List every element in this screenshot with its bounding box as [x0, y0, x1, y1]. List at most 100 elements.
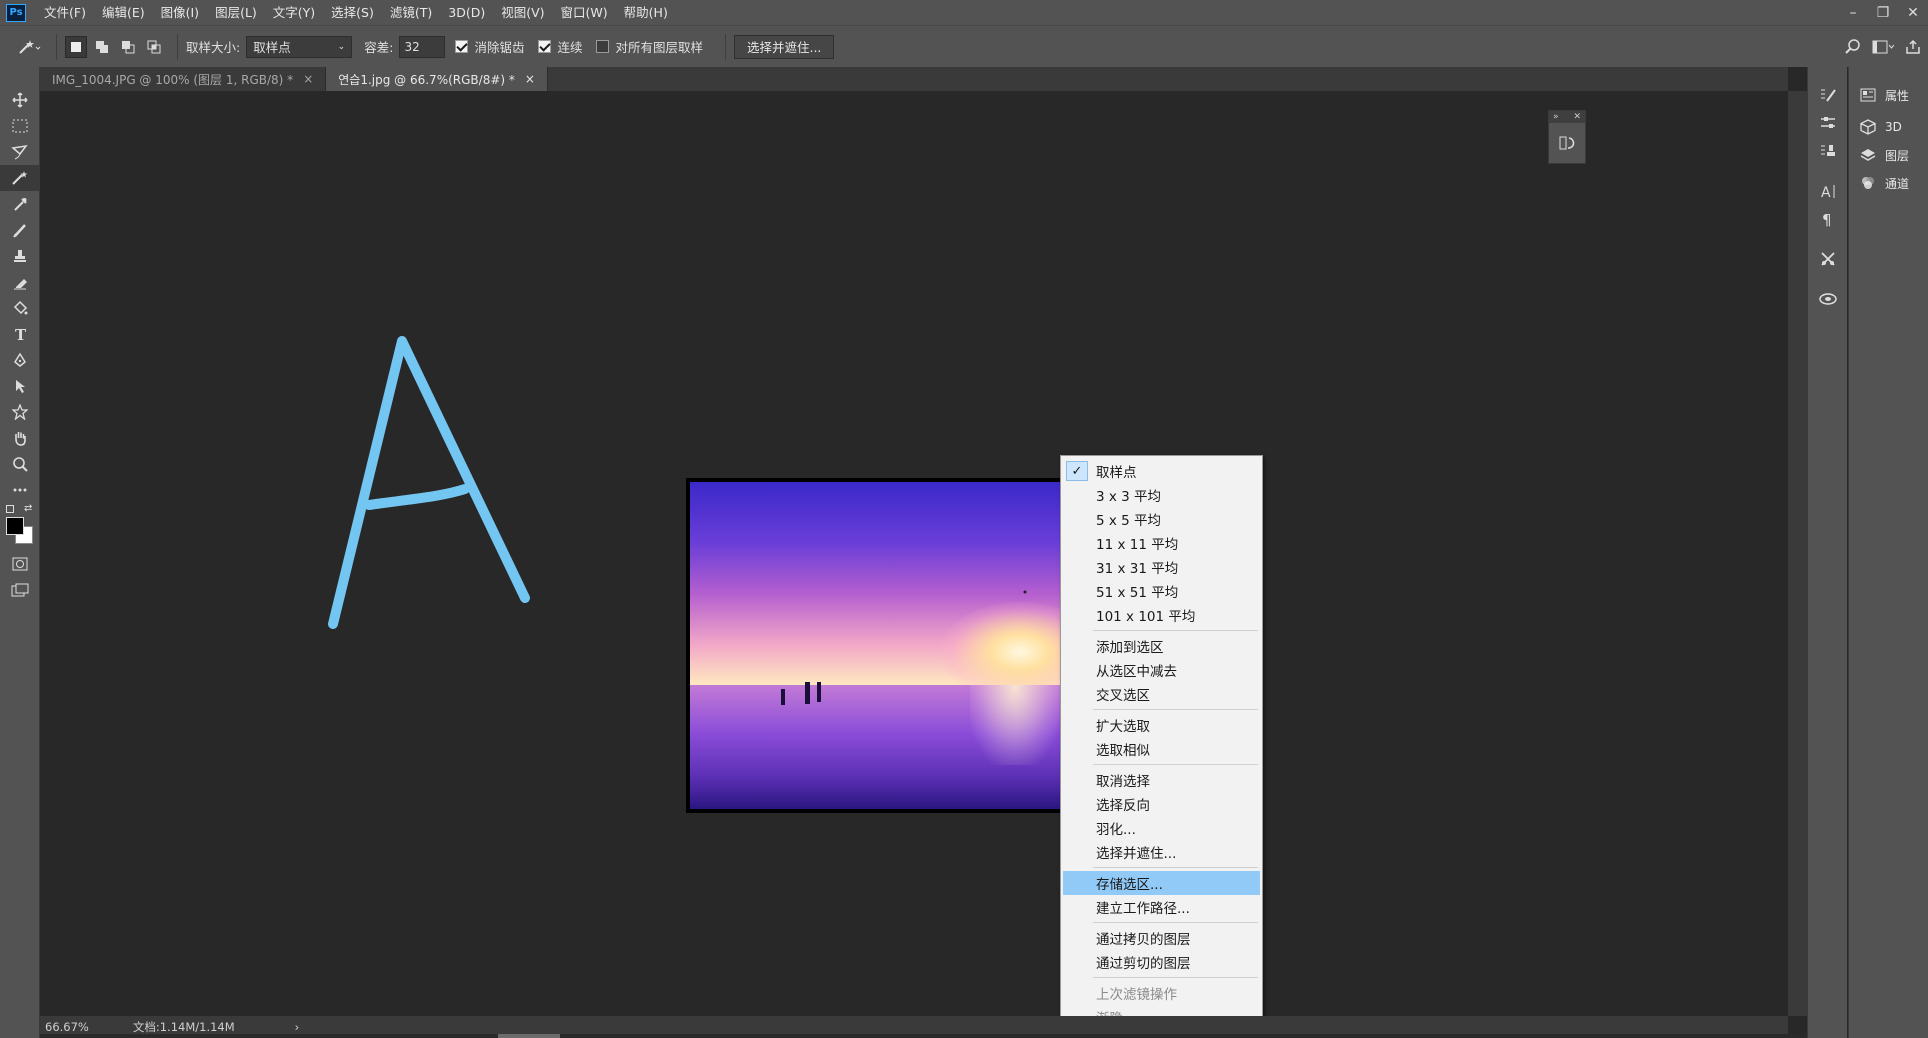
zoom-tool-icon[interactable] [0, 451, 40, 477]
intersect-selection-icon[interactable] [143, 36, 165, 58]
context-menu-item[interactable]: 取消选择 [1063, 768, 1260, 792]
panel-tab-layers[interactable]: 图层 [1849, 141, 1928, 169]
context-menu-item[interactable]: 选取相似 [1063, 737, 1260, 761]
history-icon[interactable] [1549, 123, 1585, 163]
document-tab[interactable]: 연습1.jpg @ 66.7%(RGB/8#) * × [326, 67, 548, 91]
context-menu-item[interactable]: 选择并遮住... [1063, 840, 1260, 864]
adjustments-icon[interactable] [1808, 109, 1848, 137]
menu-item[interactable]: 视图(V) [493, 0, 552, 25]
menu-item[interactable]: 文件(F) [36, 0, 94, 25]
eraser-tool-icon[interactable] [0, 269, 40, 295]
menu-item[interactable]: 3D(D) [440, 0, 493, 25]
menu-bar: Ps 文件(F) 编辑(E) 图像(I) 图层(L) 文字(Y) 选择(S) 滤镜(T) 3D… [0, 0, 1928, 25]
chevron-down-icon: ⌄ [337, 41, 346, 52]
context-menu-item-label: 上次滤镜操作 [1096, 987, 1177, 1003]
close-icon[interactable]: ✕ [1898, 0, 1928, 25]
restore-icon[interactable]: ❐ [1868, 0, 1898, 25]
panel-tab-cube[interactable]: 3D [1849, 113, 1928, 141]
hand-tool-icon[interactable] [0, 425, 40, 451]
tolerance-input[interactable]: 32 [399, 35, 446, 58]
color-swatches[interactable]: ⇄ [0, 503, 40, 551]
panel-tab-properties[interactable]: 属性 [1849, 81, 1928, 109]
context-menu-item[interactable]: 扩大选取 [1063, 713, 1260, 737]
type-tool-icon[interactable]: T [0, 321, 40, 347]
context-menu-item[interactable]: 3 x 3 平均 [1063, 483, 1260, 507]
brush-settings-icon[interactable] [1808, 81, 1848, 109]
share-icon[interactable] [1898, 39, 1928, 55]
zoom-level[interactable]: 66.67% [45, 1020, 89, 1034]
minimize-icon[interactable]: – [1838, 0, 1868, 25]
context-menu-item[interactable]: 5 x 5 平均 [1063, 507, 1260, 531]
new-selection-icon[interactable] [65, 35, 87, 58]
context-menu-item[interactable]: 羽化... [1063, 816, 1260, 840]
close-icon[interactable]: ✕ [1573, 112, 1581, 122]
context-menu-item[interactable]: 51 x 51 平均 [1063, 579, 1260, 603]
lasso-tool-icon[interactable] [0, 139, 40, 165]
options-bar: 取样大小: 取样点 ⌄ 容差: 32 消除锯齿 连续 对所有图层取样 选择并遮住… [0, 25, 1928, 67]
close-tab-icon[interactable]: × [303, 72, 313, 86]
context-menu-item-label: 羽化... [1096, 822, 1136, 838]
sample-size-dropdown[interactable]: 取样点 ⌄ [246, 35, 353, 58]
context-menu-item[interactable]: 101 x 101 平均 [1063, 603, 1260, 627]
expand-icon[interactable]: » [1553, 112, 1559, 122]
context-menu-item[interactable]: ✓ 取样点 [1063, 459, 1260, 483]
context-menu-item[interactable]: 添加到选区 [1063, 634, 1260, 658]
path-selection-tool-icon[interactable] [0, 373, 40, 399]
workspace-icon[interactable] [1868, 40, 1898, 54]
sample-all-layers-checkbox[interactable]: 对所有图层取样 [596, 37, 703, 56]
character-icon[interactable]: A [1808, 177, 1848, 205]
more-tools-icon[interactable] [0, 477, 40, 503]
close-tab-icon[interactable]: × [525, 72, 535, 86]
horizontal-scrollbar[interactable] [40, 1034, 1807, 1038]
context-menu-item[interactable]: 31 x 31 平均 [1063, 555, 1260, 579]
bucket-tool-icon[interactable] [0, 295, 40, 321]
contiguous-checkbox[interactable]: 连续 [538, 37, 582, 56]
eyedropper-tool-icon[interactable] [0, 191, 40, 217]
libraries-icon[interactable] [1808, 285, 1848, 313]
antialias-checkbox[interactable]: 消除锯齿 [455, 37, 524, 56]
menu-item[interactable]: 图像(I) [153, 0, 207, 25]
context-menu-item[interactable]: 建立工作路径... [1063, 895, 1260, 919]
add-to-selection-icon[interactable] [91, 36, 113, 58]
magic-wand-preset-icon[interactable] [10, 32, 48, 62]
brush-tool-icon[interactable] [0, 217, 40, 243]
context-menu-item[interactable]: 11 x 11 平均 [1063, 531, 1260, 555]
panel-tab-channels[interactable]: 通道 [1849, 169, 1928, 197]
menu-item[interactable]: 帮助(H) [616, 0, 676, 25]
vertical-scrollbar[interactable] [1788, 91, 1807, 1016]
context-menu-item[interactable]: 选择反向 [1063, 792, 1260, 816]
context-menu-item[interactable]: 从选区中减去 [1063, 658, 1260, 682]
default-colors-icon[interactable] [6, 505, 14, 513]
scroll-thumb[interactable] [498, 1034, 560, 1038]
subtract-from-selection-icon[interactable] [117, 36, 139, 58]
status-expand-icon[interactable]: › [295, 1020, 300, 1034]
context-menu-item-label: 选择并遮住... [1096, 846, 1177, 862]
select-and-mask-button[interactable]: 选择并遮住... [733, 34, 835, 59]
context-menu-item[interactable]: 通过拷贝的图层 [1063, 926, 1260, 950]
context-menu-item[interactable]: 存储选区... [1063, 871, 1260, 895]
marquee-tool-icon[interactable] [0, 113, 40, 139]
pen-tool-icon[interactable] [0, 347, 40, 373]
document-tab[interactable]: IMG_1004.JPG @ 100% (图层 1, RGB/8) * × [40, 67, 327, 91]
menu-item[interactable]: 窗口(W) [553, 0, 616, 25]
tool-presets-icon[interactable] [1808, 245, 1848, 273]
context-menu-item[interactable]: 交叉选区 [1063, 682, 1260, 706]
menu-item[interactable]: 编辑(E) [94, 0, 153, 25]
menu-item[interactable]: 图层(L) [207, 0, 265, 25]
menu-item[interactable]: 滤镜(T) [382, 0, 440, 25]
screen-mode-icon[interactable] [0, 577, 40, 603]
foreground-color-swatch[interactable] [6, 517, 24, 535]
paragraph-icon[interactable]: ¶ [1808, 205, 1848, 233]
shape-tool-icon[interactable] [0, 399, 40, 425]
stamp-tool-icon[interactable] [0, 243, 40, 269]
document-canvas[interactable] [40, 91, 1788, 1016]
quick-mask-icon[interactable] [0, 551, 40, 577]
magic-wand-tool-icon[interactable] [0, 165, 40, 191]
menu-item[interactable]: 文字(Y) [265, 0, 323, 25]
menu-item[interactable]: 选择(S) [323, 0, 382, 25]
move-tool-icon[interactable] [0, 87, 40, 113]
search-icon[interactable] [1838, 39, 1868, 55]
context-menu-item[interactable]: 通过剪切的图层 [1063, 950, 1260, 974]
clone-source-icon[interactable] [1808, 137, 1848, 165]
swap-colors-icon[interactable]: ⇄ [24, 503, 32, 514]
